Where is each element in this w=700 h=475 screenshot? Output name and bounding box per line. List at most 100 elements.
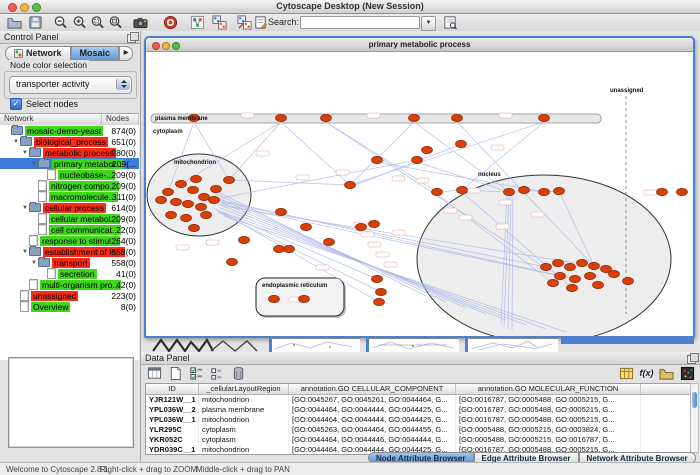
search-dropdown-arrow-icon[interactable]: ▼: [421, 16, 436, 31]
gene-node: [269, 295, 280, 302]
snapshot-icon[interactable]: [133, 15, 148, 30]
tab-network[interactable]: Network: [5, 46, 71, 61]
node-count: 209(0): [111, 170, 136, 180]
float-panel-icon[interactable]: [127, 34, 136, 43]
apply-style-1-icon[interactable]: [212, 15, 227, 30]
tree-column-network[interactable]: Network: [0, 114, 102, 125]
tab-mosaic[interactable]: Mosaic: [71, 46, 120, 61]
table-column-header[interactable]: annotation.GO MOLECULAR_FUNCTION: [456, 384, 641, 394]
new-attribute-icon[interactable]: [168, 366, 183, 381]
data-panel: Data Panel f(x) ID_cellularLayoutRegiona…: [141, 352, 700, 462]
tree-row[interactable]: Overview8(0): [0, 301, 139, 312]
search-filter-icon[interactable]: [443, 15, 458, 30]
open-icon[interactable]: [7, 15, 22, 30]
matrix-icon[interactable]: [680, 366, 695, 381]
table-column-header[interactable]: annotation.GO CELLULAR_COMPONENT: [289, 384, 456, 394]
apply-style-2-icon[interactable]: [237, 15, 252, 30]
net-close-button[interactable]: [152, 42, 160, 50]
expand-arrow-icon[interactable]: ▼: [21, 205, 29, 211]
table-column-header[interactable]: ID: [146, 384, 199, 394]
tree-column-nodes[interactable]: Nodes: [102, 114, 139, 125]
import-attributes-icon[interactable]: [659, 366, 674, 381]
table-row[interactable]: YLR295Ccytoplasm[GO:0045263, GO:0044464,…: [146, 425, 691, 435]
background-window-fragment[interactable]: [366, 338, 459, 352]
expand-arrow-icon[interactable]: ▼: [21, 249, 29, 255]
tree-row[interactable]: ▼transport558(0): [0, 257, 139, 268]
zoom-in-icon[interactable]: [72, 15, 87, 30]
background-window-fragment[interactable]: [465, 338, 558, 352]
annotation-icon[interactable]: [253, 15, 268, 30]
expand-arrow-icon[interactable]: ▼: [12, 139, 20, 145]
gene-node: [276, 114, 287, 121]
table-row[interactable]: YPL036W__2plasma membrane[GO:0044464, GO…: [146, 405, 691, 415]
zoom-out-icon[interactable]: [53, 15, 68, 30]
tree-row[interactable]: mosaic-demo-yeast874(0): [0, 125, 139, 136]
gene-node: [191, 175, 202, 182]
table-row[interactable]: YKR052Ccytoplasm[GO:0044464, GO:0044446,…: [146, 435, 691, 445]
help-icon[interactable]: [163, 15, 178, 30]
background-network-scribble: [151, 338, 261, 352]
tree-row[interactable]: ▼cellular process614(0): [0, 202, 139, 213]
edge: [221, 160, 417, 198]
tree-row[interactable]: ▼primary metabol...209(...: [0, 158, 139, 169]
gene-node: [284, 245, 295, 252]
net-minimize-button[interactable]: [162, 42, 170, 50]
delete-attribute-icon[interactable]: [231, 366, 246, 381]
net-maximize-button[interactable]: [172, 42, 180, 50]
expand-arrow-icon[interactable]: ▼: [21, 150, 29, 156]
tree-row[interactable]: ▼establishment of lo...558(0): [0, 246, 139, 257]
zoom-selected-icon[interactable]: [90, 15, 105, 30]
gene-node: [456, 140, 467, 147]
select-nodes-checkbox[interactable]: ✓: [10, 98, 22, 110]
tree-row[interactable]: unassigned223(0): [0, 290, 139, 301]
table-column-header[interactable]: _cellularLayoutRegion: [199, 384, 289, 394]
tree-row[interactable]: ▼biological_process651(0): [0, 136, 139, 147]
unselect-attributes-icon[interactable]: [209, 366, 224, 381]
network-window-titlebar[interactable]: primary metabolic process: [146, 38, 693, 52]
node-label-tag: [392, 230, 405, 235]
select-all-attributes-icon[interactable]: [147, 366, 162, 381]
node-label-tag: [206, 240, 219, 245]
tree-row[interactable]: cellular metabol...209(0): [0, 213, 139, 224]
minimize-button[interactable]: [20, 3, 29, 12]
tabs-overflow-button[interactable]: ▶: [119, 46, 133, 61]
gene-node: [324, 238, 335, 245]
table-row[interactable]: YJR121W__1mitochondrion[GO:0045267, GO:0…: [146, 395, 691, 405]
node-label-tag: [361, 232, 374, 237]
zoom-fit-icon[interactable]: [108, 15, 123, 30]
gene-node: [199, 193, 210, 200]
tree-row[interactable]: secretion41(0): [0, 268, 139, 279]
vizmapper-icon[interactable]: [190, 15, 205, 30]
close-button[interactable]: [8, 3, 17, 12]
tree-row[interactable]: ▼metabolic process280(0): [0, 147, 139, 158]
tab-label: Network: [26, 46, 62, 61]
float-panel-icon[interactable]: [687, 355, 696, 364]
expand-arrow-icon[interactable]: ▼: [30, 161, 38, 167]
expand-arrow-icon[interactable]: ▼: [30, 260, 38, 266]
attribute-table-body: YJR121W__1mitochondrion[GO:0045267, GO:0…: [146, 395, 691, 455]
function-builder-icon[interactable]: f(x): [639, 366, 654, 381]
network-canvas[interactable]: plasma membranecytoplasmmitochondrionnuc…: [146, 52, 693, 336]
network-view-window[interactable]: primary metabolic process plasma membran…: [144, 36, 695, 338]
tree-row[interactable]: multi-organism pro...42(0): [0, 279, 139, 290]
select-attributes-icon[interactable]: [189, 366, 204, 381]
table-row[interactable]: YPL036W__1mitochondrion[GO:0044464, GO:0…: [146, 415, 691, 425]
node-count: 264(0): [111, 236, 136, 246]
tree-row[interactable]: nucleobase-...209(0): [0, 169, 139, 180]
control-panel-title: Control Panel: [4, 32, 59, 42]
birds-eye-view[interactable]: [8, 357, 134, 448]
tree-row[interactable]: macromolecule...311(0): [0, 191, 139, 202]
node-color-attribute-combobox[interactable]: transporter activity: [9, 76, 132, 94]
tree-row[interactable]: cell communicat...22(0): [0, 224, 139, 235]
tree-row[interactable]: nitrogen compo...209(0): [0, 180, 139, 191]
save-icon[interactable]: [28, 15, 43, 30]
background-window-fragment[interactable]: [269, 338, 360, 352]
table-scrollbar[interactable]: [690, 383, 699, 453]
tree-row[interactable]: response to stimul...264(0): [0, 235, 139, 246]
node-count: 311(0): [112, 192, 136, 202]
scrollbar-thumb[interactable]: [692, 392, 697, 408]
table-cell: YPL036W__2: [146, 405, 199, 415]
attribute-batch-icon[interactable]: [619, 366, 634, 381]
maximize-button[interactable]: [32, 3, 41, 12]
network-window-title: primary metabolic process: [146, 38, 693, 51]
